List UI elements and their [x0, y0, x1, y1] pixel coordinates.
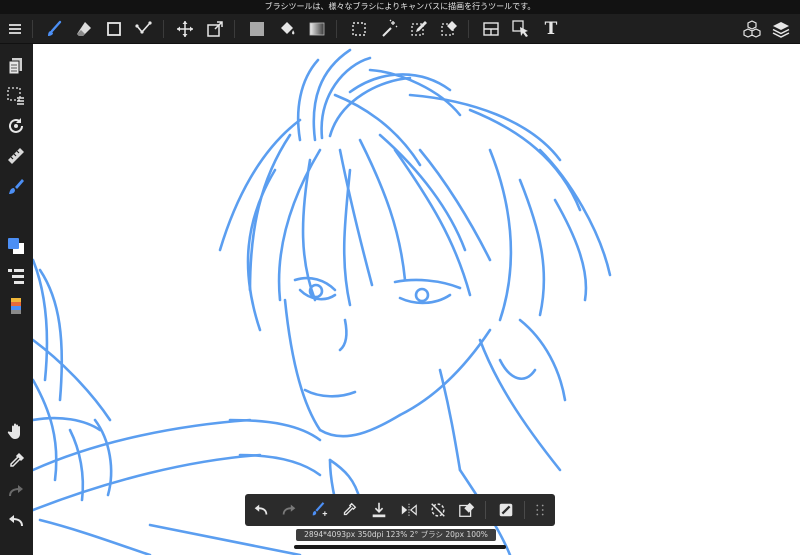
layers-button[interactable]	[768, 16, 794, 42]
shape-tool-button[interactable]	[101, 16, 127, 42]
brush-size-button[interactable]	[307, 498, 331, 522]
color-icon	[8, 238, 24, 254]
pages-icon	[8, 58, 22, 75]
layer-list-icon	[8, 269, 24, 284]
edit-tool-button[interactable]	[131, 16, 157, 42]
quick-bar-settings-button[interactable]	[528, 498, 552, 522]
sketch-artwork	[33, 48, 612, 555]
text-tool-button[interactable]: T	[538, 16, 564, 42]
brush-icon	[48, 20, 62, 36]
bucket-icon	[281, 22, 295, 35]
operation-icon	[512, 20, 528, 37]
selection-layer-icon	[7, 87, 24, 105]
shape-icon	[107, 22, 121, 36]
magic-wand-icon	[382, 19, 398, 37]
tool-hint-text: ブラシツールは、様々なブラシによりキャンバスに描画を行うツールです。	[264, 2, 536, 11]
drawing-canvas[interactable]	[33, 44, 800, 555]
select-eraser-button[interactable]	[436, 16, 462, 42]
menu-icon	[9, 24, 21, 34]
redo-button[interactable]	[3, 478, 29, 504]
brush-size-icon	[312, 502, 328, 516]
ruler-button[interactable]	[3, 143, 29, 169]
select-icon	[352, 22, 366, 36]
rotate-button[interactable]	[3, 113, 29, 139]
eyedropper-button[interactable]	[3, 448, 29, 474]
save-button[interactable]	[367, 498, 391, 522]
eraser-tool-button[interactable]	[71, 16, 97, 42]
menu-button[interactable]	[2, 16, 28, 42]
layer-list-button[interactable]	[3, 263, 29, 289]
layers-icon	[772, 22, 790, 38]
canvas-info-bar: 2894*4093px 350dpi 123% 2° ブラシ 20px 100%	[296, 529, 496, 541]
eyedropper-icon	[10, 452, 25, 467]
top-toolbar: T	[0, 14, 800, 44]
undo-icon	[9, 515, 23, 527]
flip-icon	[401, 503, 417, 517]
snap-button[interactable]	[494, 498, 518, 522]
transform-icon	[207, 21, 223, 37]
save-icon	[372, 502, 386, 518]
move-tool-button[interactable]	[172, 16, 198, 42]
undo-button[interactable]	[3, 508, 29, 534]
text-icon: T	[544, 19, 558, 39]
brush-select-icon	[9, 179, 24, 194]
redo-icon	[282, 504, 296, 515]
status-bar: ブラシツールは、様々なブラシによりキャンバスに描画を行うツールです。	[0, 0, 800, 14]
rotate-reset-button[interactable]	[426, 498, 450, 522]
brush-select-button[interactable]	[3, 173, 29, 199]
palette-button[interactable]	[3, 293, 29, 319]
quick-redo-button[interactable]	[277, 498, 301, 522]
gradient-tool-button[interactable]	[304, 16, 330, 42]
select-pen-icon	[411, 21, 427, 36]
quick-undo-button[interactable]	[249, 498, 273, 522]
bucket-tool-button[interactable]	[274, 16, 300, 42]
select-tool-button[interactable]	[346, 16, 372, 42]
move-icon	[177, 21, 193, 37]
edit-icon	[135, 21, 152, 34]
fill-icon	[250, 22, 264, 36]
brush-tool-button[interactable]	[41, 16, 67, 42]
pages-button[interactable]	[3, 53, 29, 79]
undo-icon	[254, 504, 268, 515]
snap-icon	[499, 503, 513, 517]
palette-icon	[11, 298, 21, 314]
magic-wand-button[interactable]	[376, 16, 402, 42]
ruler-icon	[8, 148, 24, 164]
hand-icon	[7, 423, 21, 439]
eyedropper-icon	[343, 502, 357, 516]
rotate-icon	[9, 118, 23, 133]
material-button[interactable]	[739, 16, 765, 42]
frame-tool-button[interactable]	[478, 16, 504, 42]
clear-icon	[459, 502, 475, 517]
frame-icon	[483, 22, 499, 36]
quick-access-bar	[245, 494, 555, 526]
clear-button[interactable]	[455, 498, 479, 522]
flip-button[interactable]	[397, 498, 421, 522]
rotate-reset-icon	[431, 503, 445, 517]
grid-icon	[536, 504, 544, 516]
eraser-icon	[77, 22, 91, 36]
gradient-icon	[309, 22, 325, 36]
transform-tool-button[interactable]	[202, 16, 228, 42]
operation-tool-button[interactable]	[508, 16, 534, 42]
left-sidebar	[0, 44, 33, 555]
selection-layer-button[interactable]	[3, 83, 29, 109]
home-indicator	[294, 545, 506, 549]
quick-eyedropper-button[interactable]	[337, 498, 361, 522]
select-pen-button[interactable]	[406, 16, 432, 42]
select-eraser-icon	[441, 21, 457, 36]
canvas-info-text: 2894*4093px 350dpi 123% 2° ブラシ 20px 100%	[304, 530, 488, 539]
hand-tool-button[interactable]	[3, 418, 29, 444]
material-icon	[743, 20, 761, 38]
color-button[interactable]	[3, 233, 29, 259]
fill-color-button[interactable]	[244, 16, 270, 42]
redo-icon	[9, 485, 23, 497]
